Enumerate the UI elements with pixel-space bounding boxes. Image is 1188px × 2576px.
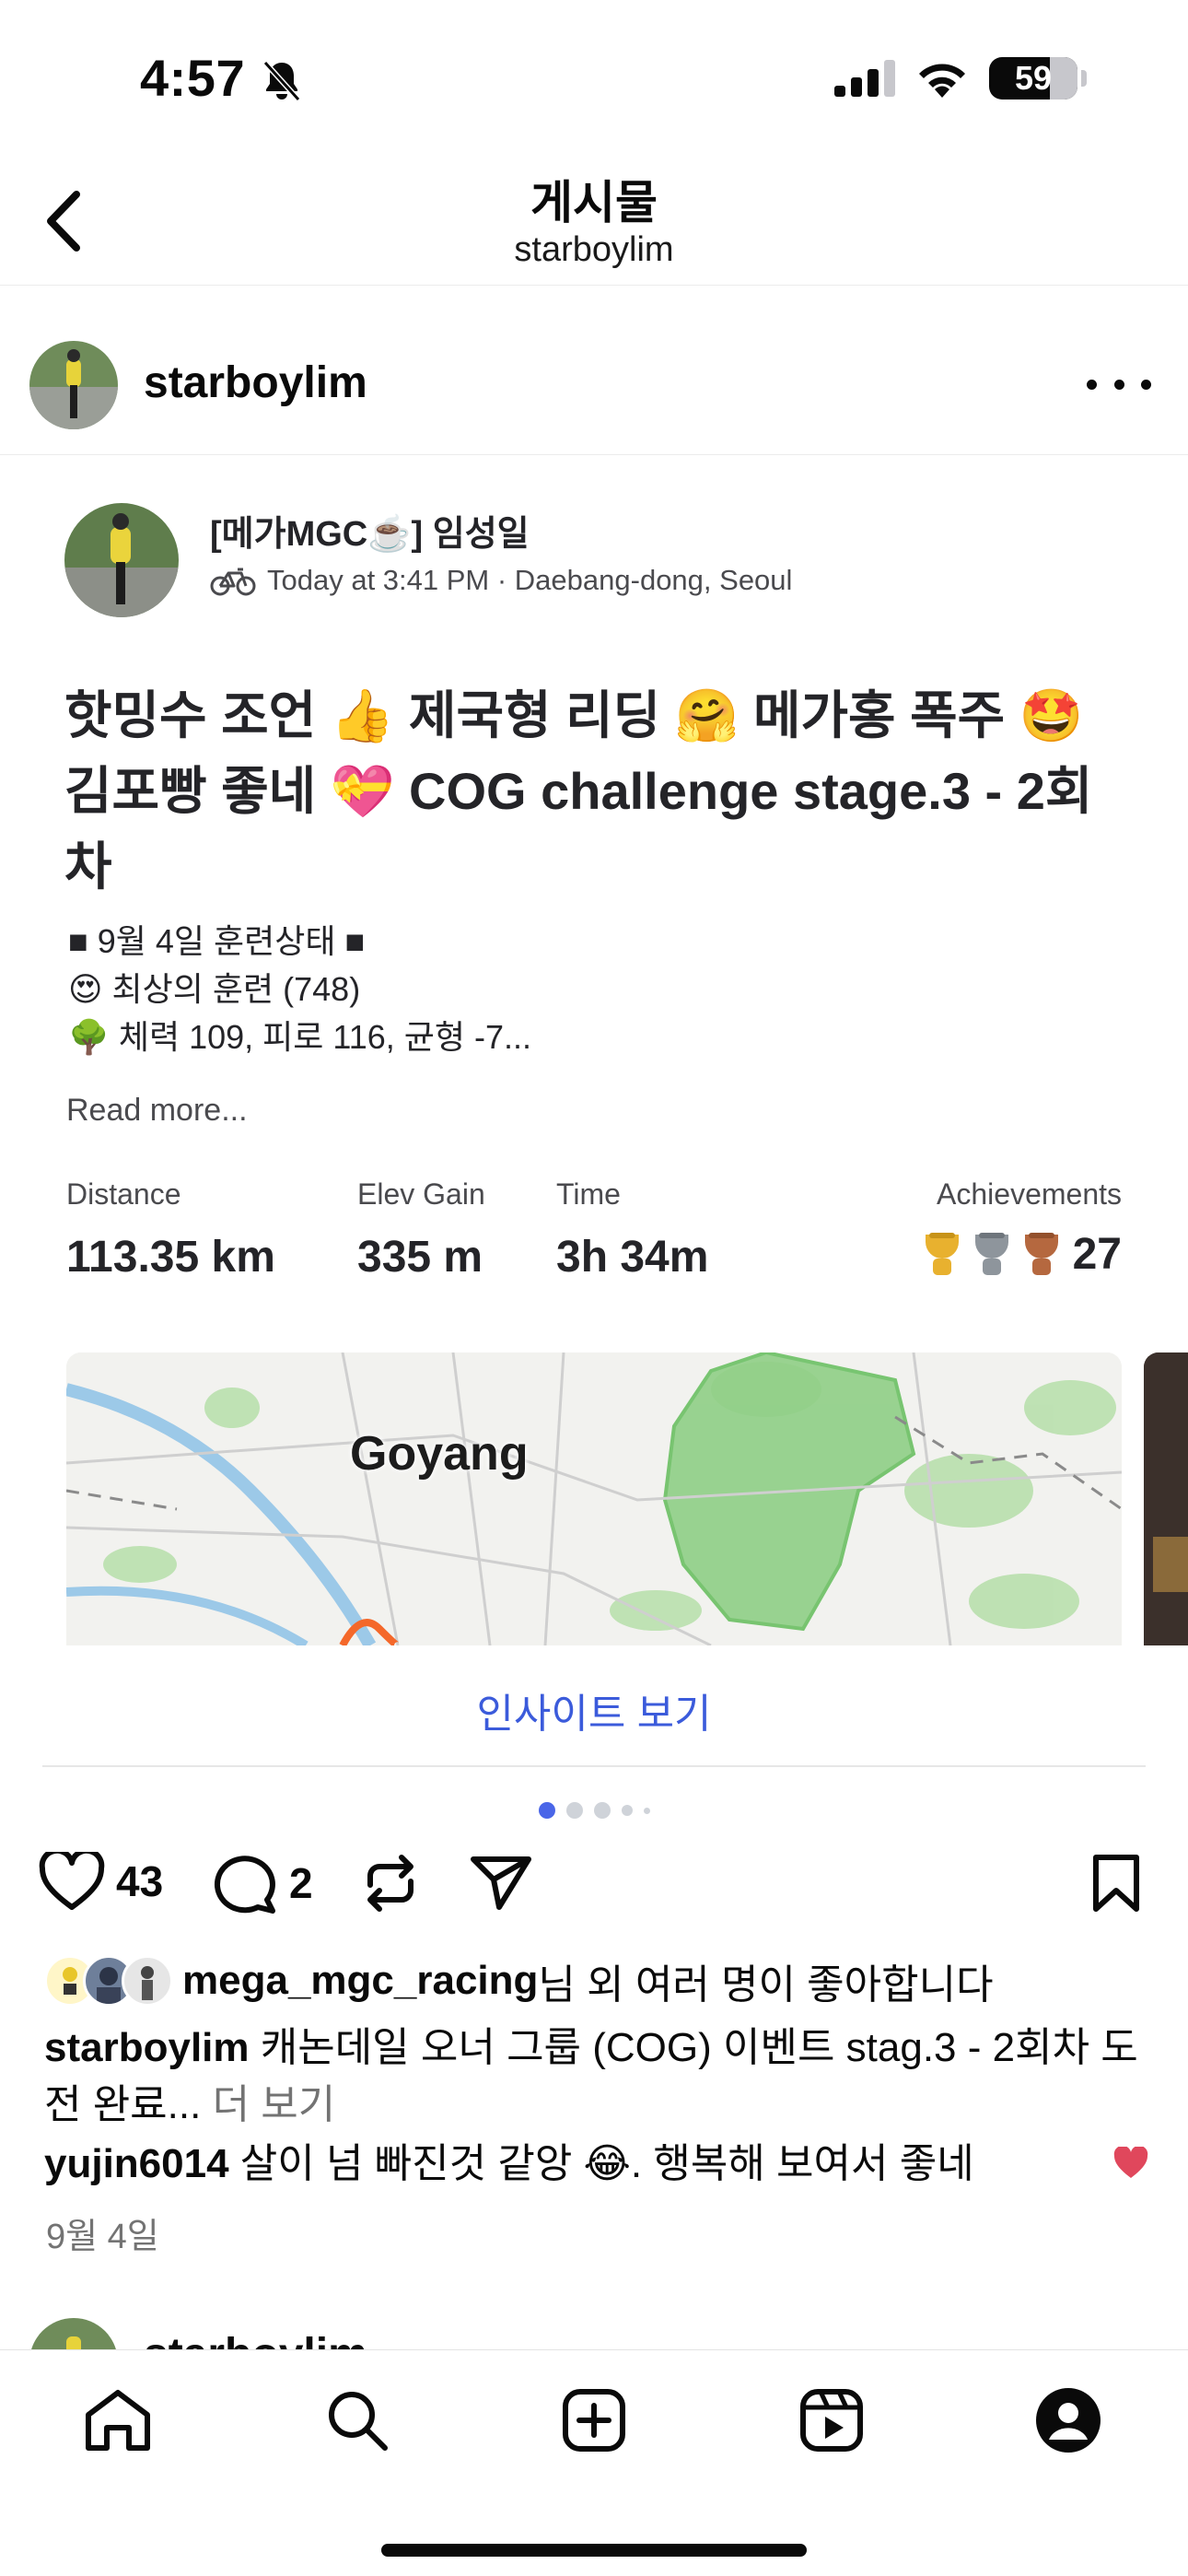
- achievements-label: Achievements: [937, 1177, 1122, 1211]
- search-icon: [329, 2392, 388, 2451]
- cellular-signal-icon: [834, 60, 895, 97]
- avatar[interactable]: [29, 2318, 118, 2349]
- like-count: 43: [116, 1857, 164, 1905]
- stat-value: 335 m: [357, 1233, 483, 1282]
- tab-search[interactable]: [313, 2376, 402, 2465]
- avatar[interactable]: [29, 341, 118, 429]
- more-dot-icon: [1141, 379, 1151, 390]
- post-header: starboylim: [0, 287, 1188, 455]
- liker-username[interactable]: mega_mgc_racing: [182, 1958, 538, 2004]
- stat-elevation: Elev Gain 335 m: [357, 1177, 485, 1282]
- comment-action[interactable]: 2: [214, 1852, 313, 1914]
- page-title: 게시물: [530, 177, 658, 228]
- tab-reels[interactable]: [787, 2376, 876, 2465]
- stat-time: Time 3h 34m: [556, 1177, 708, 1282]
- bronze-trophy-icon: [1024, 1232, 1058, 1275]
- status-time: 4:57: [140, 49, 246, 107]
- wifi-icon: [919, 64, 965, 98]
- carousel-pagination: [0, 1802, 1188, 1819]
- comment-username[interactable]: yujin6014: [44, 2141, 229, 2186]
- stat-value: 113.35 km: [66, 1233, 275, 1282]
- bike-icon: [210, 568, 256, 596]
- carousel-dot-active: [538, 1802, 555, 1819]
- like-action[interactable]: 43: [39, 1852, 163, 1911]
- more-options-button[interactable]: [1087, 361, 1151, 407]
- stat-value: 3h 34m: [556, 1233, 709, 1282]
- post-caption: starboylim 캐논데일 오너 그룹 (COG) 이벤트 stag.3 -…: [44, 2020, 1149, 2134]
- repost-icon: [367, 1855, 413, 1912]
- achievements: 27: [920, 1229, 1122, 1280]
- carousel-dot: [643, 1807, 650, 1814]
- tab-home[interactable]: [74, 2376, 162, 2465]
- next-post-header: starboylim: [0, 2313, 1188, 2349]
- create-post-icon: [563, 2389, 625, 2452]
- page-subtitle: starboylim: [514, 230, 674, 269]
- activity-meta: Today at 3:41 PM · Daebang-dong, Seoul: [210, 564, 792, 597]
- stat-distance: Distance 113.35 km: [66, 1177, 275, 1282]
- map-place-label: Goyang: [350, 1427, 529, 1481]
- nav-header: 게시물 starboylim: [0, 157, 1188, 286]
- repost-button[interactable]: [359, 1852, 422, 1914]
- silver-trophy-icon: [974, 1232, 1008, 1275]
- read-more-link[interactable]: Read more...: [66, 1093, 248, 1129]
- carousel-dot: [565, 1802, 583, 1819]
- tab-create[interactable]: [550, 2376, 638, 2465]
- reels-icon: [800, 2389, 863, 2452]
- home-icon: [86, 2390, 150, 2451]
- description-line: ■ 9월 4일 훈련상태 ■: [68, 922, 366, 960]
- liker-avatars: [44, 1955, 173, 2007]
- more-dot-icon: [1087, 379, 1097, 390]
- post-date: 9월 4일: [46, 2218, 159, 2256]
- likes-summary[interactable]: mega_mgc_racing 님 외 여러 명이 좋아합니다: [44, 1951, 994, 2010]
- map-graphic: [66, 1352, 1122, 1645]
- post-actions: 43 2: [0, 1843, 1188, 1927]
- tab-bar: [0, 2349, 1188, 2576]
- comment-preview[interactable]: yujin6014 살이 넘 빠진것 같앙 😂. 행복해 보여서 좋네: [44, 2136, 1103, 2193]
- bookmark-icon: [1093, 1855, 1139, 1912]
- save-button[interactable]: [1089, 1852, 1144, 1914]
- heart-icon: [39, 1852, 105, 1910]
- comment-text: 살이 넘 빠진것 같앙 😂. 행복해 보여서 좋네: [228, 2141, 974, 2186]
- comment-icon: [214, 1856, 275, 1914]
- profile-icon: [1036, 2388, 1101, 2453]
- home-indicator: [381, 2544, 807, 2557]
- bell-off-icon: [262, 60, 301, 102]
- carousel-dot: [621, 1805, 633, 1816]
- athlete-name: [메가MGC☕️] 임성일: [210, 515, 530, 554]
- next-slide-preview[interactable]: [1144, 1352, 1188, 1645]
- battery-indicator: 59: [989, 57, 1077, 100]
- battery-nub: [1081, 70, 1087, 87]
- avatar: [122, 1955, 173, 2007]
- stat-label: Distance: [66, 1177, 181, 1211]
- carousel-dot: [593, 1802, 611, 1819]
- status-bar: 4:57 59: [0, 0, 1188, 147]
- send-icon: [471, 1856, 531, 1910]
- post-username[interactable]: starboylim: [144, 357, 367, 408]
- gold-trophy-icon: [925, 1232, 959, 1275]
- activity-title: 핫밍수 조언 👍 제국형 리딩 🤗 메가홍 폭주 🤩 김포빵 좋네 💝 COG …: [64, 686, 1093, 896]
- share-button[interactable]: [468, 1852, 534, 1913]
- battery-level: 59: [1014, 59, 1053, 97]
- insights-link[interactable]: 인사이트 보기: [0, 1680, 1188, 1739]
- activity-card[interactable]: [메가MGC☕️] 임성일 Today at 3:41 PM · Daebang…: [0, 457, 1188, 1774]
- activity-description: ■ 9월 4일 훈련상태 ■ 😍 최상의 훈련 (748) 🌳 체력 109, …: [68, 918, 531, 1061]
- post-username[interactable]: starboylim: [144, 2329, 367, 2349]
- achievements-count: 27: [1072, 1230, 1122, 1279]
- likes-suffix: 님 외 여러 명이 좋아합니다: [538, 1962, 994, 2008]
- more-dot-icon: [1113, 379, 1124, 390]
- tab-profile[interactable]: [1024, 2376, 1112, 2465]
- stat-label: Time: [556, 1177, 621, 1211]
- route-map[interactable]: Goyang: [66, 1352, 1122, 1645]
- divider: [42, 1765, 1146, 1767]
- description-line: 😍 최상의 훈련 (748): [68, 970, 361, 1008]
- comment-count: 2: [289, 1859, 313, 1907]
- comment-like-icon[interactable]: [1112, 2147, 1149, 2180]
- stat-label: Elev Gain: [357, 1177, 485, 1211]
- caption-more-link[interactable]: 더 보기: [201, 2082, 336, 2127]
- activity-meta-text: Today at 3:41 PM · Daebang-dong, Seoul: [267, 564, 793, 596]
- caption-username[interactable]: starboylim: [44, 2025, 250, 2070]
- description-line: 🌳 체력 109, 피로 116, 균형 -7...: [68, 1018, 532, 1056]
- athlete-avatar: [64, 503, 179, 617]
